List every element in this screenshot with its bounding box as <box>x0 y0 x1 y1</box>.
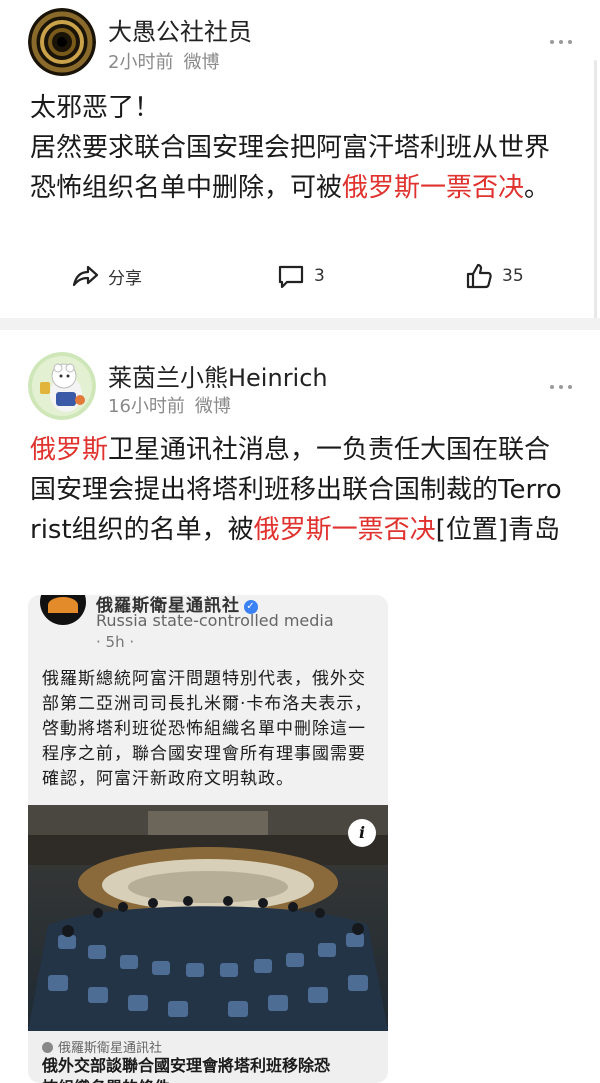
sputnik-logo-icon <box>40 595 86 625</box>
more-options-icon[interactable] <box>550 37 572 47</box>
username[interactable]: 莱茵兰小熊Heinrich <box>108 358 328 393</box>
post-actions: 分享 3 35 <box>0 258 600 294</box>
post-text: 太邪恶了！ 居然要求联合国安理会把阿富汗塔利班从世界恐怖组织名单中删除，可被俄罗… <box>30 88 570 208</box>
post-time: 2小时前 <box>108 52 174 73</box>
post-source: 微博 <box>183 52 220 73</box>
avatar[interactable] <box>28 8 96 76</box>
username[interactable]: 大愚公社社员 <box>108 12 252 47</box>
link-preview[interactable]: 俄羅斯衛星通訊社 俄外交部談聯合國安理會將塔利班移除恐 怖組織名單的條件 <box>28 1031 388 1083</box>
avatar[interactable] <box>28 352 96 420</box>
security-council-photo: i <box>28 805 388 1031</box>
post-text-line: 太邪恶了！ <box>30 93 161 123</box>
globe-icon <box>42 1042 53 1053</box>
more-options-icon[interactable] <box>550 382 572 392</box>
post-text-highlight[interactable]: 俄罗斯 <box>30 435 108 465</box>
chamber-photo-image <box>28 805 388 1031</box>
share-button[interactable]: 分享 <box>70 258 142 294</box>
post-text: 俄罗斯卫星通讯社消息，一负责任大国在联合国安理会提出将塔利班移出联合国制裁的Te… <box>30 430 570 550</box>
post-text-end: 。 <box>524 173 551 203</box>
comment-icon <box>278 265 304 289</box>
weibo-post-2: 莱茵兰小熊Heinrich 16小时前 微博 俄罗斯卫星通讯社消息，一负责任大国在… <box>0 330 600 1083</box>
post-meta: 2小时前 微博 <box>108 48 219 74</box>
like-button[interactable]: 35 <box>464 258 524 294</box>
share-icon <box>72 265 99 287</box>
screenshot-header: 俄羅斯衛星通訊社 ✓ Russia state-controlled media … <box>28 595 388 805</box>
post-image[interactable]: 俄羅斯衛星通訊社 ✓ Russia state-controlled media … <box>28 595 388 1083</box>
embed-time: · 5h · <box>96 633 135 651</box>
share-label: 分享 <box>108 268 142 289</box>
comment-count: 3 <box>314 266 325 286</box>
info-icon[interactable]: i <box>348 819 376 847</box>
scrollbar[interactable] <box>594 60 597 320</box>
post-time: 16小时前 <box>108 396 185 417</box>
thumbs-up-icon <box>466 263 492 289</box>
link-headline-cut: 怖組織名單的條件 <box>42 1077 382 1083</box>
comment-button[interactable]: 3 <box>276 258 325 294</box>
embed-body-text: 俄羅斯總統阿富汗問題特別代表，俄外交部第二亞洲司司長扎米爾·卡布洛夫表示，啓動將… <box>42 669 373 789</box>
embed-account-label: Russia state-controlled media <box>96 611 334 630</box>
post-text-end: [位置]青岛 <box>435 515 560 545</box>
post-source: 微博 <box>194 396 231 417</box>
like-count: 35 <box>502 266 524 286</box>
post-text-highlight[interactable]: 俄罗斯一票否决 <box>342 173 524 203</box>
link-source: 俄羅斯衛星通訊社 <box>42 1037 162 1056</box>
post-text-highlight[interactable]: 俄罗斯一票否决 <box>254 515 436 545</box>
avatar-image <box>28 352 96 420</box>
post-divider <box>0 318 600 330</box>
weibo-post-1: 大愚公社社员 2小时前 微博 太邪恶了！ 居然要求联合国安理会把阿富汗塔利班从世界… <box>0 0 600 320</box>
post-meta: 16小时前 微博 <box>108 392 231 418</box>
avatar-image <box>28 8 96 76</box>
